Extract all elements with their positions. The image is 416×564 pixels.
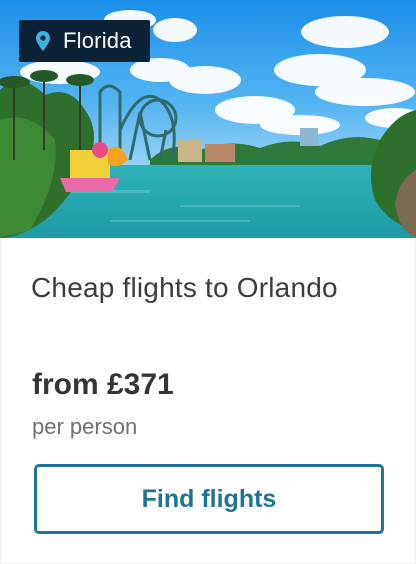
location-label: Florida [63,28,132,53]
card-body: Cheap flights to Orlando from £371 per p… [0,238,416,564]
find-flights-button[interactable]: Find flights [34,464,384,534]
price-label: from £371 [32,368,174,401]
location-badge: Florida [19,20,150,62]
price-note: per person [32,414,138,439]
location-pin-icon [33,30,53,52]
destination-card[interactable]: Florida Cheap flights to Orlando from £3… [0,0,416,564]
card-title[interactable]: Cheap flights to Orlando [31,272,338,304]
